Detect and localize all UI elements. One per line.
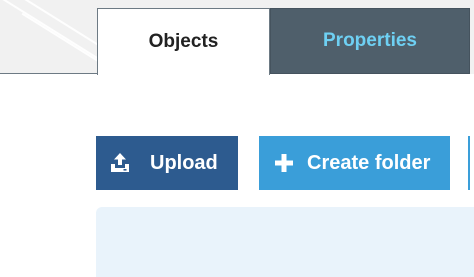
upload-icon [109, 152, 131, 174]
tab-objects-label: Objects [148, 31, 219, 52]
tab-bar-edge [470, 8, 474, 74]
create-folder-button[interactable]: Create folder [259, 136, 450, 190]
upload-button-label: Upload [150, 151, 218, 174]
toolbar-next-button[interactable] [468, 136, 474, 190]
upload-button[interactable]: Upload [96, 136, 238, 190]
tab-properties-label: Properties [323, 30, 417, 51]
tab-properties[interactable]: Properties [270, 8, 470, 74]
tab-objects[interactable]: Objects [97, 8, 270, 75]
create-folder-button-label: Create folder [307, 151, 431, 174]
tab-bar: Objects Properties [0, 0, 474, 75]
object-list-panel [96, 207, 474, 277]
plus-icon [273, 152, 295, 174]
